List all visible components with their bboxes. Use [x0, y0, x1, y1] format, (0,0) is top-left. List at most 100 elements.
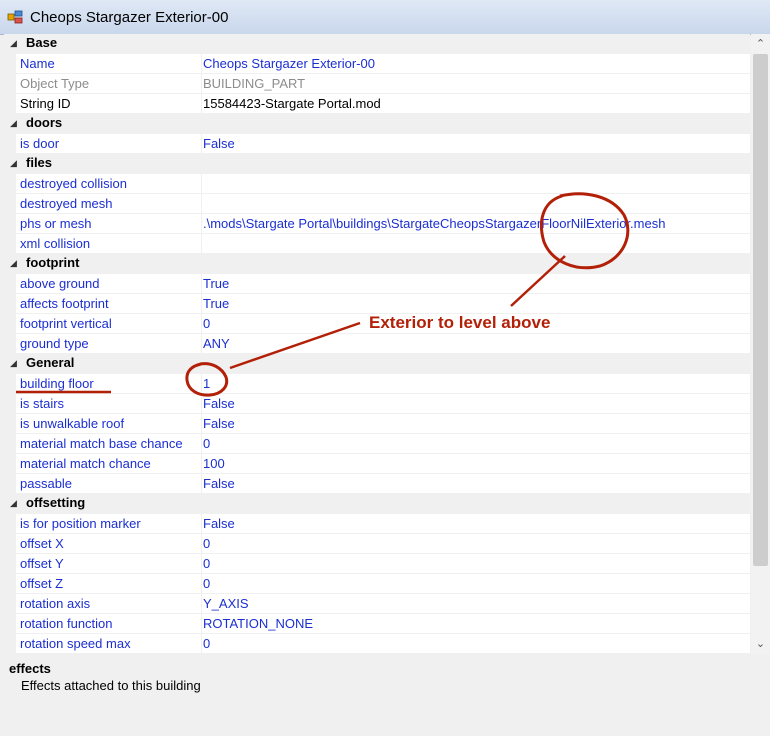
property-row[interactable]: material match chance 100 — [4, 454, 750, 474]
category-row[interactable]: ◢ General — [4, 354, 750, 374]
property-row[interactable]: is for position marker False — [4, 514, 750, 534]
property-name[interactable]: rotation function — [20, 616, 113, 631]
property-value[interactable]: ANY — [203, 336, 230, 351]
property-value[interactable]: False — [203, 476, 235, 491]
property-row[interactable]: offset Y 0 — [4, 554, 750, 574]
property-value[interactable]: 0 — [203, 436, 210, 451]
property-row[interactable]: material match base chance 0 — [4, 434, 750, 454]
property-value[interactable]: 0 — [203, 536, 210, 551]
property-row[interactable]: rotation speed max 0 — [4, 634, 750, 654]
property-row[interactable]: is unwalkable roof False — [4, 414, 750, 434]
row-gutter — [4, 54, 16, 74]
property-name[interactable]: offset Z — [20, 576, 63, 591]
property-value[interactable]: False — [203, 516, 235, 531]
property-name[interactable]: building floor — [20, 376, 94, 391]
property-value[interactable]: 0 — [203, 576, 210, 591]
collapse-arrow-icon[interactable]: ◢ — [10, 38, 17, 49]
row-gutter — [4, 274, 16, 294]
property-name[interactable]: rotation axis — [20, 596, 90, 611]
property-value[interactable]: 15584423-Stargate Portal.mod — [203, 96, 381, 111]
property-name[interactable]: material match base chance — [20, 436, 183, 451]
property-name[interactable]: material match chance — [20, 456, 151, 471]
column-divider — [201, 634, 202, 654]
property-name[interactable]: destroyed collision — [20, 176, 127, 191]
property-row[interactable]: Object Type BUILDING_PART — [4, 74, 750, 94]
collapse-arrow-icon[interactable]: ◢ — [10, 498, 17, 509]
title-bar[interactable]: Cheops Stargazer Exterior-00 — [0, 0, 770, 35]
property-name[interactable]: String ID — [20, 96, 71, 111]
property-value[interactable]: 1 — [203, 376, 210, 391]
property-value[interactable]: 100 — [203, 456, 225, 471]
category-row[interactable]: ◢ files — [4, 154, 750, 174]
property-name[interactable]: footprint vertical — [20, 316, 112, 331]
property-name[interactable]: xml collision — [20, 236, 90, 251]
column-divider — [201, 94, 202, 114]
category-row[interactable]: ◢ doors — [4, 114, 750, 134]
property-name[interactable]: rotation speed max — [20, 636, 131, 651]
collapse-arrow-icon[interactable]: ◢ — [10, 158, 17, 169]
property-name[interactable]: is for position marker — [20, 516, 141, 531]
property-row[interactable]: is door False — [4, 134, 750, 154]
property-value[interactable]: False — [203, 136, 235, 151]
property-row[interactable]: rotation axis Y_AXIS — [4, 594, 750, 614]
row-gutter — [4, 374, 16, 394]
property-value[interactable]: 0 — [203, 636, 210, 651]
property-row[interactable]: passable False — [4, 474, 750, 494]
row-gutter — [4, 214, 16, 234]
property-row[interactable]: String ID 15584423-Stargate Portal.mod — [4, 94, 750, 114]
collapse-arrow-icon[interactable]: ◢ — [10, 118, 17, 129]
property-value[interactable]: False — [203, 416, 235, 431]
property-value[interactable]: False — [203, 396, 235, 411]
property-name[interactable]: is unwalkable roof — [20, 416, 124, 431]
property-value[interactable]: Cheops Stargazer Exterior-00 — [203, 56, 375, 71]
scrollbar-thumb[interactable] — [753, 54, 768, 566]
column-divider — [201, 454, 202, 474]
property-name[interactable]: destroyed mesh — [20, 196, 113, 211]
property-value[interactable]: True — [203, 276, 229, 291]
property-name[interactable]: Name — [20, 56, 55, 71]
property-name[interactable]: is stairs — [20, 396, 64, 411]
property-value[interactable]: ROTATION_NONE — [203, 616, 313, 631]
scroll-up-arrow-icon[interactable]: ⌃ — [751, 34, 770, 54]
column-divider — [201, 374, 202, 394]
property-value[interactable]: Y_AXIS — [203, 596, 249, 611]
property-row[interactable]: Name Cheops Stargazer Exterior-00 — [4, 54, 750, 74]
collapse-arrow-icon[interactable]: ◢ — [10, 258, 17, 269]
property-row[interactable]: affects footprint True — [4, 294, 750, 314]
property-name[interactable]: Object Type — [20, 76, 89, 91]
property-name[interactable]: offset Y — [20, 556, 64, 571]
category-row[interactable]: ◢ footprint — [4, 254, 750, 274]
category-row[interactable]: ◢ Base — [4, 34, 750, 54]
property-row[interactable]: destroyed collision — [4, 174, 750, 194]
property-row[interactable]: ground type ANY — [4, 334, 750, 354]
property-value[interactable]: 0 — [203, 556, 210, 571]
property-name[interactable]: is door — [20, 136, 59, 151]
property-row[interactable]: destroyed mesh — [4, 194, 750, 214]
collapse-arrow-icon[interactable]: ◢ — [10, 358, 17, 369]
property-name[interactable]: ground type — [20, 336, 89, 351]
property-name[interactable]: affects footprint — [20, 296, 109, 311]
property-name[interactable]: offset X — [20, 536, 64, 551]
property-row[interactable]: offset X 0 — [4, 534, 750, 554]
property-row[interactable]: above ground True — [4, 274, 750, 294]
property-value[interactable]: 0 — [203, 316, 210, 331]
property-grid[interactable]: ◢ Base Name Cheops Stargazer Exterior-00 Obj… — [4, 34, 750, 654]
row-gutter — [4, 474, 16, 494]
property-name[interactable]: passable — [20, 476, 72, 491]
property-value[interactable]: BUILDING_PART — [203, 76, 305, 91]
property-row[interactable]: offset Z 0 — [4, 574, 750, 594]
row-gutter — [4, 134, 16, 154]
property-name[interactable]: above ground — [20, 276, 100, 291]
property-row[interactable]: phs or mesh .\mods\Stargate Portal\buildi… — [4, 214, 750, 234]
property-row[interactable]: xml collision — [4, 234, 750, 254]
property-value[interactable]: True — [203, 296, 229, 311]
property-name[interactable]: phs or mesh — [20, 216, 92, 231]
property-row[interactable]: building floor 1 — [4, 374, 750, 394]
column-divider — [201, 74, 202, 94]
property-value[interactable]: .\mods\Stargate Portal\buildings\Stargat… — [203, 216, 665, 231]
scroll-down-arrow-icon[interactable]: ⌄ — [751, 634, 770, 654]
vertical-scrollbar[interactable]: ⌃ ⌄ — [751, 34, 770, 654]
property-row[interactable]: rotation function ROTATION_NONE — [4, 614, 750, 634]
property-row[interactable]: is stairs False — [4, 394, 750, 414]
category-row[interactable]: ◢ offsetting — [4, 494, 750, 514]
